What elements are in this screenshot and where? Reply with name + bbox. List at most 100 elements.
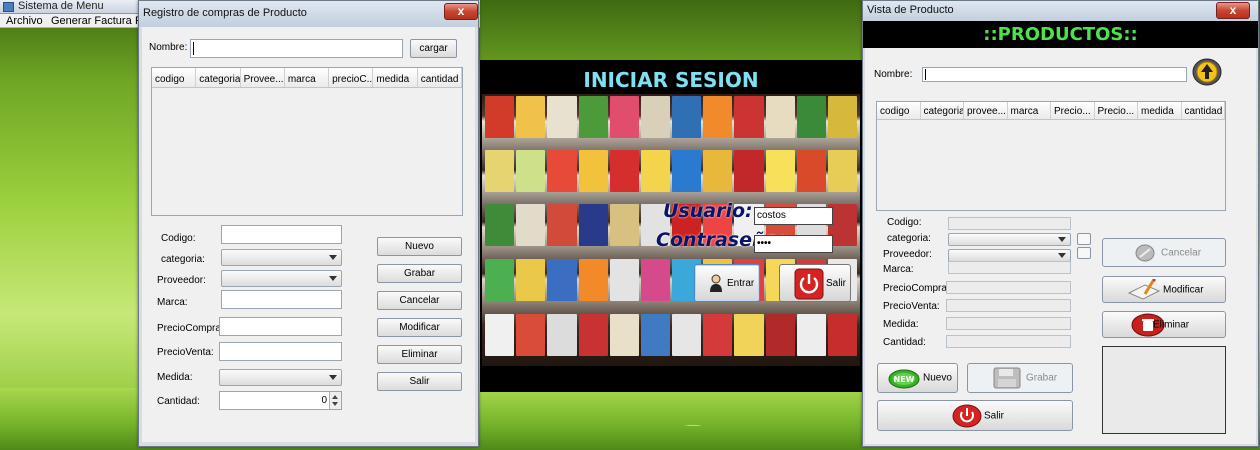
col-precio-venta[interactable]: Precio... bbox=[1095, 102, 1138, 119]
p-salir-label: Salir bbox=[984, 410, 1005, 421]
p-label-medida: Medida: bbox=[883, 319, 919, 330]
grabar-button[interactable]: Grabar bbox=[377, 264, 462, 283]
productos-table-header: codigo categoria provee... marca Precio.… bbox=[877, 102, 1225, 120]
col-precio-compra[interactable]: Precio... bbox=[1051, 102, 1095, 119]
precio-compra-input[interactable] bbox=[219, 317, 342, 336]
spinner-down-icon[interactable] bbox=[332, 402, 338, 406]
col-cantidad[interactable]: cantidad bbox=[1182, 102, 1225, 119]
p-categoria-extra-button[interactable] bbox=[1077, 233, 1091, 245]
edit-paper-icon bbox=[1127, 279, 1161, 300]
entrar-label: Entrar bbox=[727, 278, 755, 289]
modificar-button[interactable]: Modificar bbox=[377, 318, 462, 337]
col-precio-compra[interactable]: precioC... bbox=[329, 68, 374, 87]
entrar-button[interactable]: Entrar bbox=[694, 264, 760, 302]
chevron-down-icon bbox=[329, 255, 337, 260]
col-medida[interactable]: medida bbox=[373, 68, 418, 87]
label-marca: Marca: bbox=[157, 297, 188, 308]
registro-table[interactable]: codigo categoria Provee... marca precioC… bbox=[151, 67, 463, 216]
p-cancelar-button[interactable]: Cancelar bbox=[1102, 238, 1226, 267]
precio-venta-input[interactable] bbox=[219, 342, 342, 361]
label-precio-compra: PrecioCompra: bbox=[157, 323, 224, 334]
new-badge-icon: NEW bbox=[888, 369, 920, 389]
p-codigo-input[interactable] bbox=[948, 217, 1071, 230]
productos-heading: ::PRODUCTOS:: bbox=[863, 21, 1258, 48]
power-icon bbox=[794, 268, 824, 300]
registro-nombre-input[interactable] bbox=[190, 39, 403, 58]
contrasena-input[interactable]: •••• bbox=[754, 235, 833, 253]
label-precio-venta: PrecioVenta: bbox=[157, 347, 214, 358]
label-cantidad: Cantidad: bbox=[157, 396, 200, 407]
user-icon bbox=[710, 274, 722, 292]
usuario-input[interactable]: costos bbox=[754, 207, 833, 225]
registro-client-area: Nombre: cargar codigo categoria Provee..… bbox=[142, 27, 475, 442]
col-proveedor[interactable]: Provee... bbox=[241, 68, 285, 87]
login-salir-button[interactable]: Salir bbox=[779, 264, 851, 302]
col-codigo[interactable]: codigo bbox=[877, 102, 921, 119]
arrow-up-icon[interactable] bbox=[1192, 58, 1222, 86]
productos-titlebar[interactable]: Vista de Producto x bbox=[863, 1, 1258, 21]
text-cursor bbox=[193, 42, 194, 55]
power-icon bbox=[952, 404, 982, 428]
nuevo-button[interactable]: Nuevo bbox=[377, 237, 462, 256]
p-nuevo-button[interactable]: NEW Nuevo bbox=[877, 363, 958, 393]
col-marca[interactable]: marca bbox=[1008, 102, 1051, 119]
col-proveedor[interactable]: provee... bbox=[964, 102, 1008, 119]
p-eliminar-label: Eliminar bbox=[1153, 319, 1190, 330]
registro-compras-window: Registro de compras de Producto x Nombre… bbox=[138, 0, 479, 447]
p-salir-button[interactable]: Salir bbox=[877, 400, 1073, 431]
spinner-buttons[interactable] bbox=[329, 392, 341, 409]
marca-input[interactable] bbox=[221, 290, 342, 309]
salir-button[interactable]: Salir bbox=[377, 372, 462, 391]
p-proveedor-extra-button[interactable] bbox=[1077, 247, 1091, 259]
p-precio-compra-input[interactable] bbox=[946, 281, 1071, 294]
col-codigo[interactable]: codigo bbox=[152, 68, 197, 87]
eliminar-button[interactable]: Eliminar bbox=[377, 345, 462, 364]
col-marca[interactable]: marca bbox=[285, 68, 330, 87]
registro-title: Registro de compras de Producto bbox=[143, 7, 307, 19]
registro-close-button[interactable]: x bbox=[444, 3, 478, 20]
p-marca-input[interactable] bbox=[948, 261, 1071, 274]
p-cantidad-input[interactable] bbox=[946, 335, 1071, 348]
p-label-marca: Marca: bbox=[883, 264, 914, 275]
medida-select[interactable] bbox=[219, 369, 342, 386]
cantidad-value: 0 bbox=[321, 395, 327, 406]
shelf-row bbox=[482, 96, 860, 138]
menu-archivo[interactable]: Archivo bbox=[6, 15, 43, 27]
col-medida[interactable]: medida bbox=[1138, 102, 1182, 119]
label-medida: Medida: bbox=[157, 372, 193, 383]
productos-nombre-input[interactable] bbox=[922, 67, 1187, 82]
p-medida-input[interactable] bbox=[946, 317, 1071, 330]
login-panel: INICIAR SESION Usuario: costos Contraseñ… bbox=[480, 60, 862, 392]
vista-producto-window: Vista de Producto x ::PRODUCTOS:: Nombre… bbox=[862, 0, 1259, 447]
col-categoria[interactable]: categoria bbox=[921, 102, 964, 119]
productos-nombre-label: Nombre: bbox=[874, 69, 913, 80]
product-image-box bbox=[1102, 346, 1226, 434]
proveedor-select[interactable] bbox=[221, 270, 342, 287]
p-eliminar-button[interactable]: Eliminar bbox=[1102, 311, 1226, 338]
p-modificar-button[interactable]: Modificar bbox=[1102, 276, 1226, 303]
col-cantidad[interactable]: cantidad bbox=[418, 68, 462, 87]
label-codigo: Codigo: bbox=[161, 233, 196, 244]
col-categoria[interactable]: categoria bbox=[196, 68, 241, 87]
menu-generar-factura[interactable]: Generar Factura bbox=[51, 15, 132, 27]
cargar-button[interactable]: cargar bbox=[410, 39, 457, 58]
p-label-precio-compra: PrecioCompra: bbox=[883, 283, 950, 294]
spinner-up-icon[interactable] bbox=[332, 395, 338, 399]
usuario-label: Usuario: bbox=[663, 200, 753, 222]
p-precio-venta-input[interactable] bbox=[946, 299, 1071, 312]
registro-nombre-label: Nombre: bbox=[149, 42, 188, 53]
cancelar-button[interactable]: Cancelar bbox=[377, 291, 462, 310]
cancel-disc-icon bbox=[1135, 244, 1155, 262]
registro-table-header: codigo categoria Provee... marca precioC… bbox=[152, 68, 462, 88]
productos-title: Vista de Producto bbox=[867, 4, 954, 16]
categoria-select[interactable] bbox=[221, 249, 342, 266]
productos-table[interactable]: codigo categoria provee... marca Precio.… bbox=[876, 101, 1226, 211]
p-categoria-select[interactable] bbox=[948, 233, 1071, 246]
label-proveedor: Proveedor: bbox=[157, 275, 206, 286]
codigo-input[interactable] bbox=[221, 225, 342, 244]
p-grabar-button[interactable]: Grabar bbox=[967, 363, 1073, 393]
p-label-cantidad: Cantidad: bbox=[883, 337, 926, 348]
productos-close-button[interactable]: x bbox=[1216, 2, 1250, 19]
cantidad-spinner[interactable]: 0 bbox=[219, 391, 342, 410]
registro-titlebar[interactable]: Registro de compras de Producto x bbox=[139, 1, 478, 27]
